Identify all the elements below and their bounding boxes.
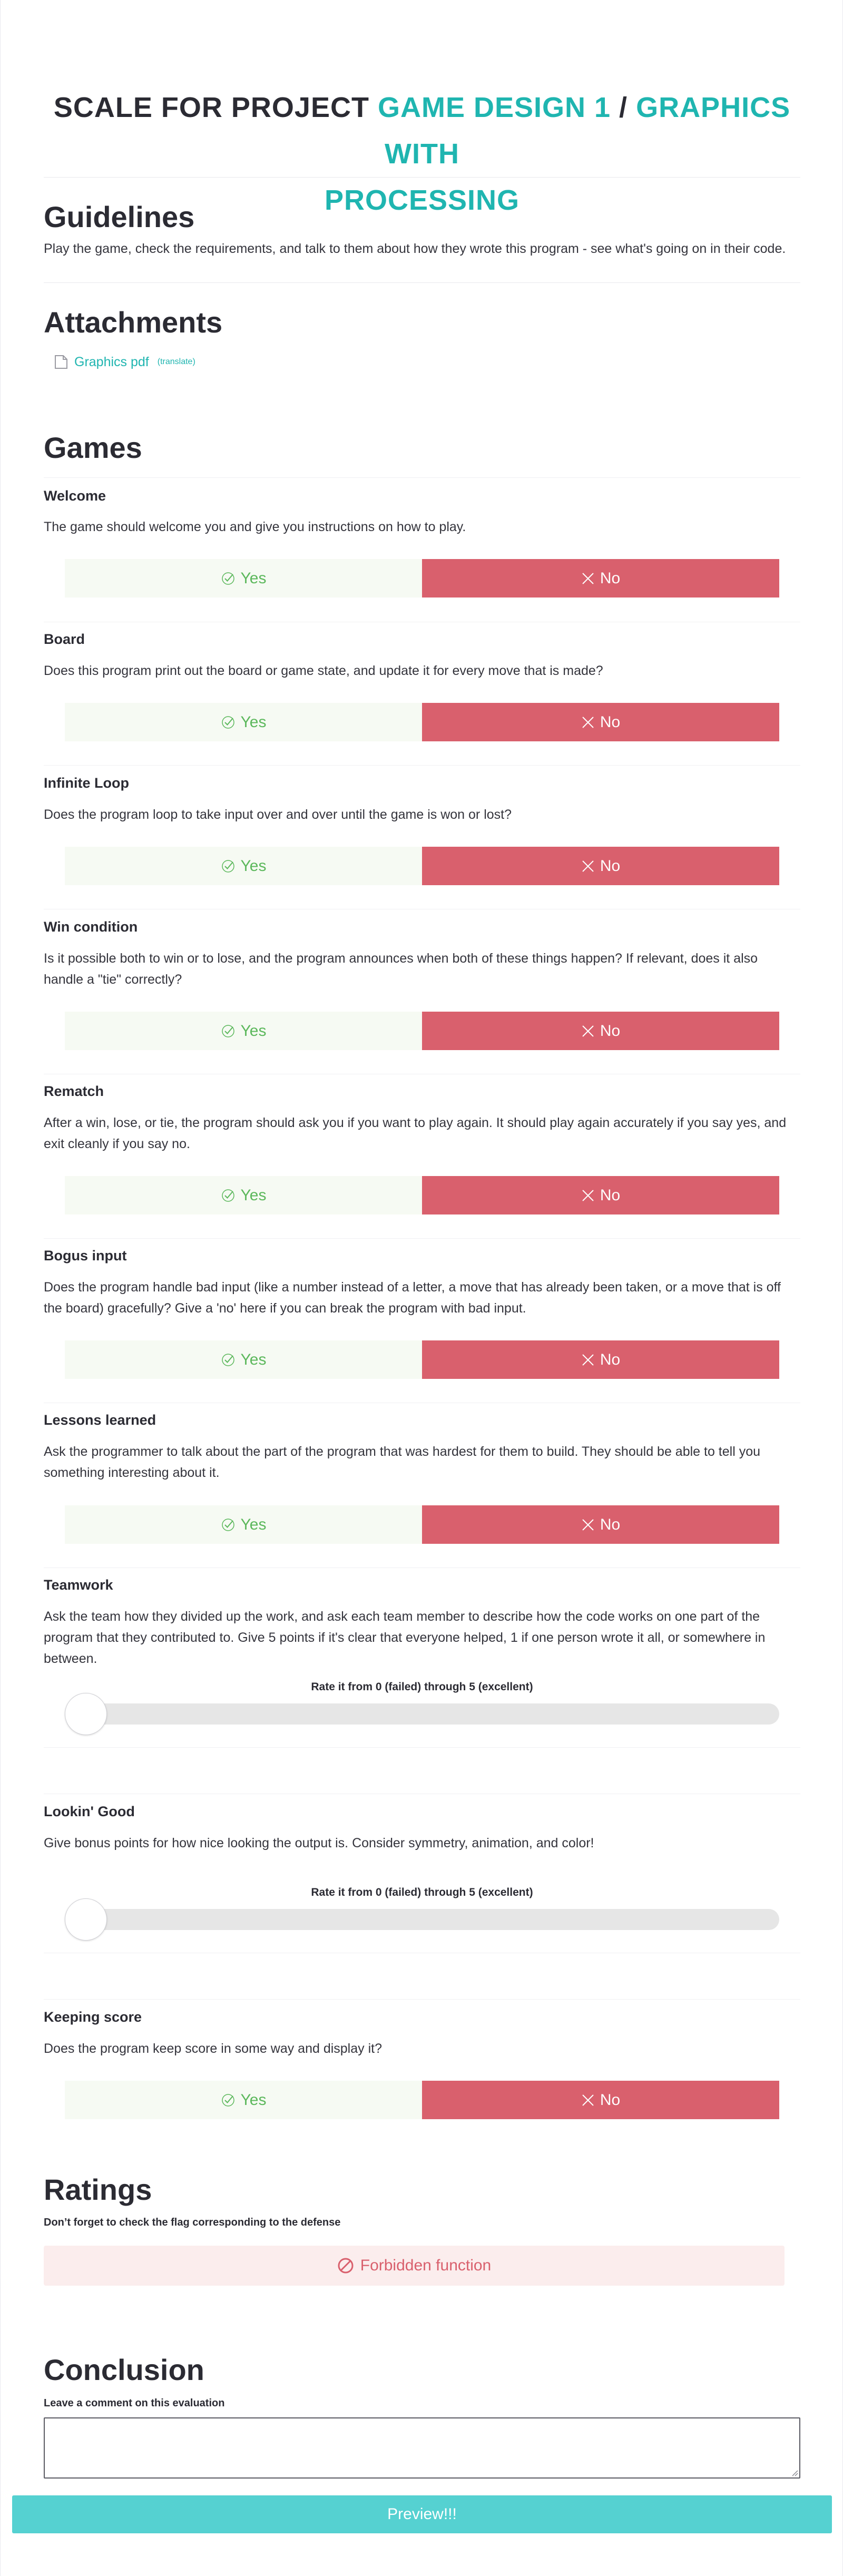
question-title-infinite-loop: Infinite Loop [44,775,129,791]
question-title-welcome: Welcome [44,488,106,504]
no-button[interactable]: No [422,1012,779,1050]
close-icon [581,859,595,873]
preview-button[interactable]: Preview!!! [12,2495,832,2533]
divider [44,1747,800,1748]
no-button[interactable]: No [422,559,779,598]
rate-label: Rate it from 0 (failed) through 5 (excel… [311,1886,533,1898]
divider [44,1238,800,1239]
question-text-bogus-input: Does the program handle bad input (like … [44,1280,781,1316]
question-text-lessons-learned: Ask the programmer to talk about the par… [44,1444,761,1480]
yes-no-keeping-score: Yes No [65,2081,779,2119]
translate-link[interactable]: (translate) [158,357,195,367]
divider [44,1999,800,2000]
yes-button[interactable]: Yes [65,2081,422,2119]
ratings-subtext: Don’t forget to check the flag correspon… [44,2217,341,2228]
divider [44,282,800,283]
question-title-lessons-learned: Lessons learned [44,1412,156,1428]
guidelines-heading: Guidelines [44,200,195,233]
yes-button[interactable]: Yes [65,1505,422,1544]
no-button[interactable]: No [422,1176,779,1214]
forbidden-function-flag[interactable]: Forbidden function [44,2246,785,2286]
title-project-link-2b[interactable]: PROCESSING [325,184,519,216]
question-text-rematch: After a win, lose, or tie, the program s… [44,1115,787,1151]
evaluation-page: SCALE FOR PROJECT GAME DESIGN 1 / GRAPHI… [0,0,843,2576]
yes-button[interactable]: Yes [65,559,422,598]
question-text-lookin-good: Give bonus points for how nice looking t… [44,1836,594,1850]
close-icon [581,2093,595,2107]
yes-button[interactable]: Yes [65,1012,422,1050]
yes-no-board: Yes No [65,703,779,741]
divider [44,477,800,478]
question-title-board: Board [44,631,85,647]
question-title-keeping-score: Keeping score [44,2009,142,2025]
yes-button[interactable]: Yes [65,703,422,741]
yes-no-lessons-learned: Yes No [65,1505,779,1544]
question-text-infinite-loop: Does the program loop to take input over… [44,807,512,822]
check-icon [221,1024,236,1039]
close-icon [581,716,595,729]
divider [44,177,800,178]
rating-slider-lookin-good[interactable] [65,1898,779,1941]
question-title-rematch: Rematch [44,1083,104,1099]
close-icon [581,1189,595,1202]
check-icon [221,1353,236,1367]
no-button[interactable]: No [422,1505,779,1544]
rating-slider-teamwork[interactable] [65,1693,779,1735]
attachment-item[interactable]: Graphics pdf (translate) [53,354,195,370]
attachment-link[interactable]: Graphics pdf [74,355,149,370]
document-icon [53,354,69,370]
question-title-teamwork: Teamwork [44,1577,113,1593]
slider-thumb[interactable] [65,1693,107,1735]
title-prefix: SCALE FOR PROJECT [53,92,378,123]
yes-no-infinite-loop: Yes No [65,847,779,885]
check-icon [221,1188,236,1203]
no-button[interactable]: No [422,847,779,885]
check-icon [221,2093,236,2108]
rate-label: Rate it from 0 (failed) through 5 (excel… [311,1681,533,1693]
close-icon [581,1353,595,1367]
question-text-board: Does this program print out the board or… [44,663,603,678]
forbidden-icon [337,2257,354,2274]
ratings-heading: Ratings [44,2173,152,2206]
yes-no-win-condition: Yes No [65,1012,779,1050]
question-title-lookin-good: Lookin' Good [44,1804,135,1819]
check-icon [221,571,236,586]
attachments-heading: Attachments [44,306,223,339]
comment-textarea[interactable] [44,2417,800,2479]
conclusion-heading: Conclusion [44,2353,204,2386]
title-project-link-1[interactable]: GAME DESIGN 1 [378,92,611,123]
title-separator: / [611,92,636,123]
question-title-bogus-input: Bogus input [44,1248,127,1263]
no-button[interactable]: No [422,1340,779,1379]
yes-button[interactable]: Yes [65,1176,422,1214]
question-text-welcome: The game should welcome you and give you… [44,520,466,534]
resize-grip-icon[interactable] [791,2469,798,2479]
guidelines-text: Play the game, check the requirements, a… [44,241,786,256]
question-text-keeping-score: Does the program keep score in some way … [44,2041,382,2056]
question-text-teamwork: Ask the team how they divided up the wor… [44,1609,766,1666]
slider-thumb[interactable] [65,1898,107,1941]
yes-button[interactable]: Yes [65,847,422,885]
check-icon [221,859,236,874]
check-icon [221,715,236,730]
games-heading: Games [44,431,142,464]
close-icon [581,1024,595,1038]
no-button[interactable]: No [422,703,779,741]
yes-no-bogus-input: Yes No [65,1340,779,1379]
no-button[interactable]: No [422,2081,779,2119]
close-icon [581,572,595,585]
slider-track[interactable] [65,1909,779,1930]
conclusion-subtext: Leave a comment on this evaluation [44,2397,225,2409]
slider-track[interactable] [65,1703,779,1725]
yes-button[interactable]: Yes [65,1340,422,1379]
close-icon [581,1518,595,1532]
question-text-win-condition: Is it possible both to win or to lose, a… [44,951,758,987]
check-icon [221,1517,236,1532]
yes-no-welcome: Yes No [65,559,779,598]
divider [44,765,800,766]
question-title-win-condition: Win condition [44,919,138,935]
yes-no-rematch: Yes No [65,1176,779,1214]
